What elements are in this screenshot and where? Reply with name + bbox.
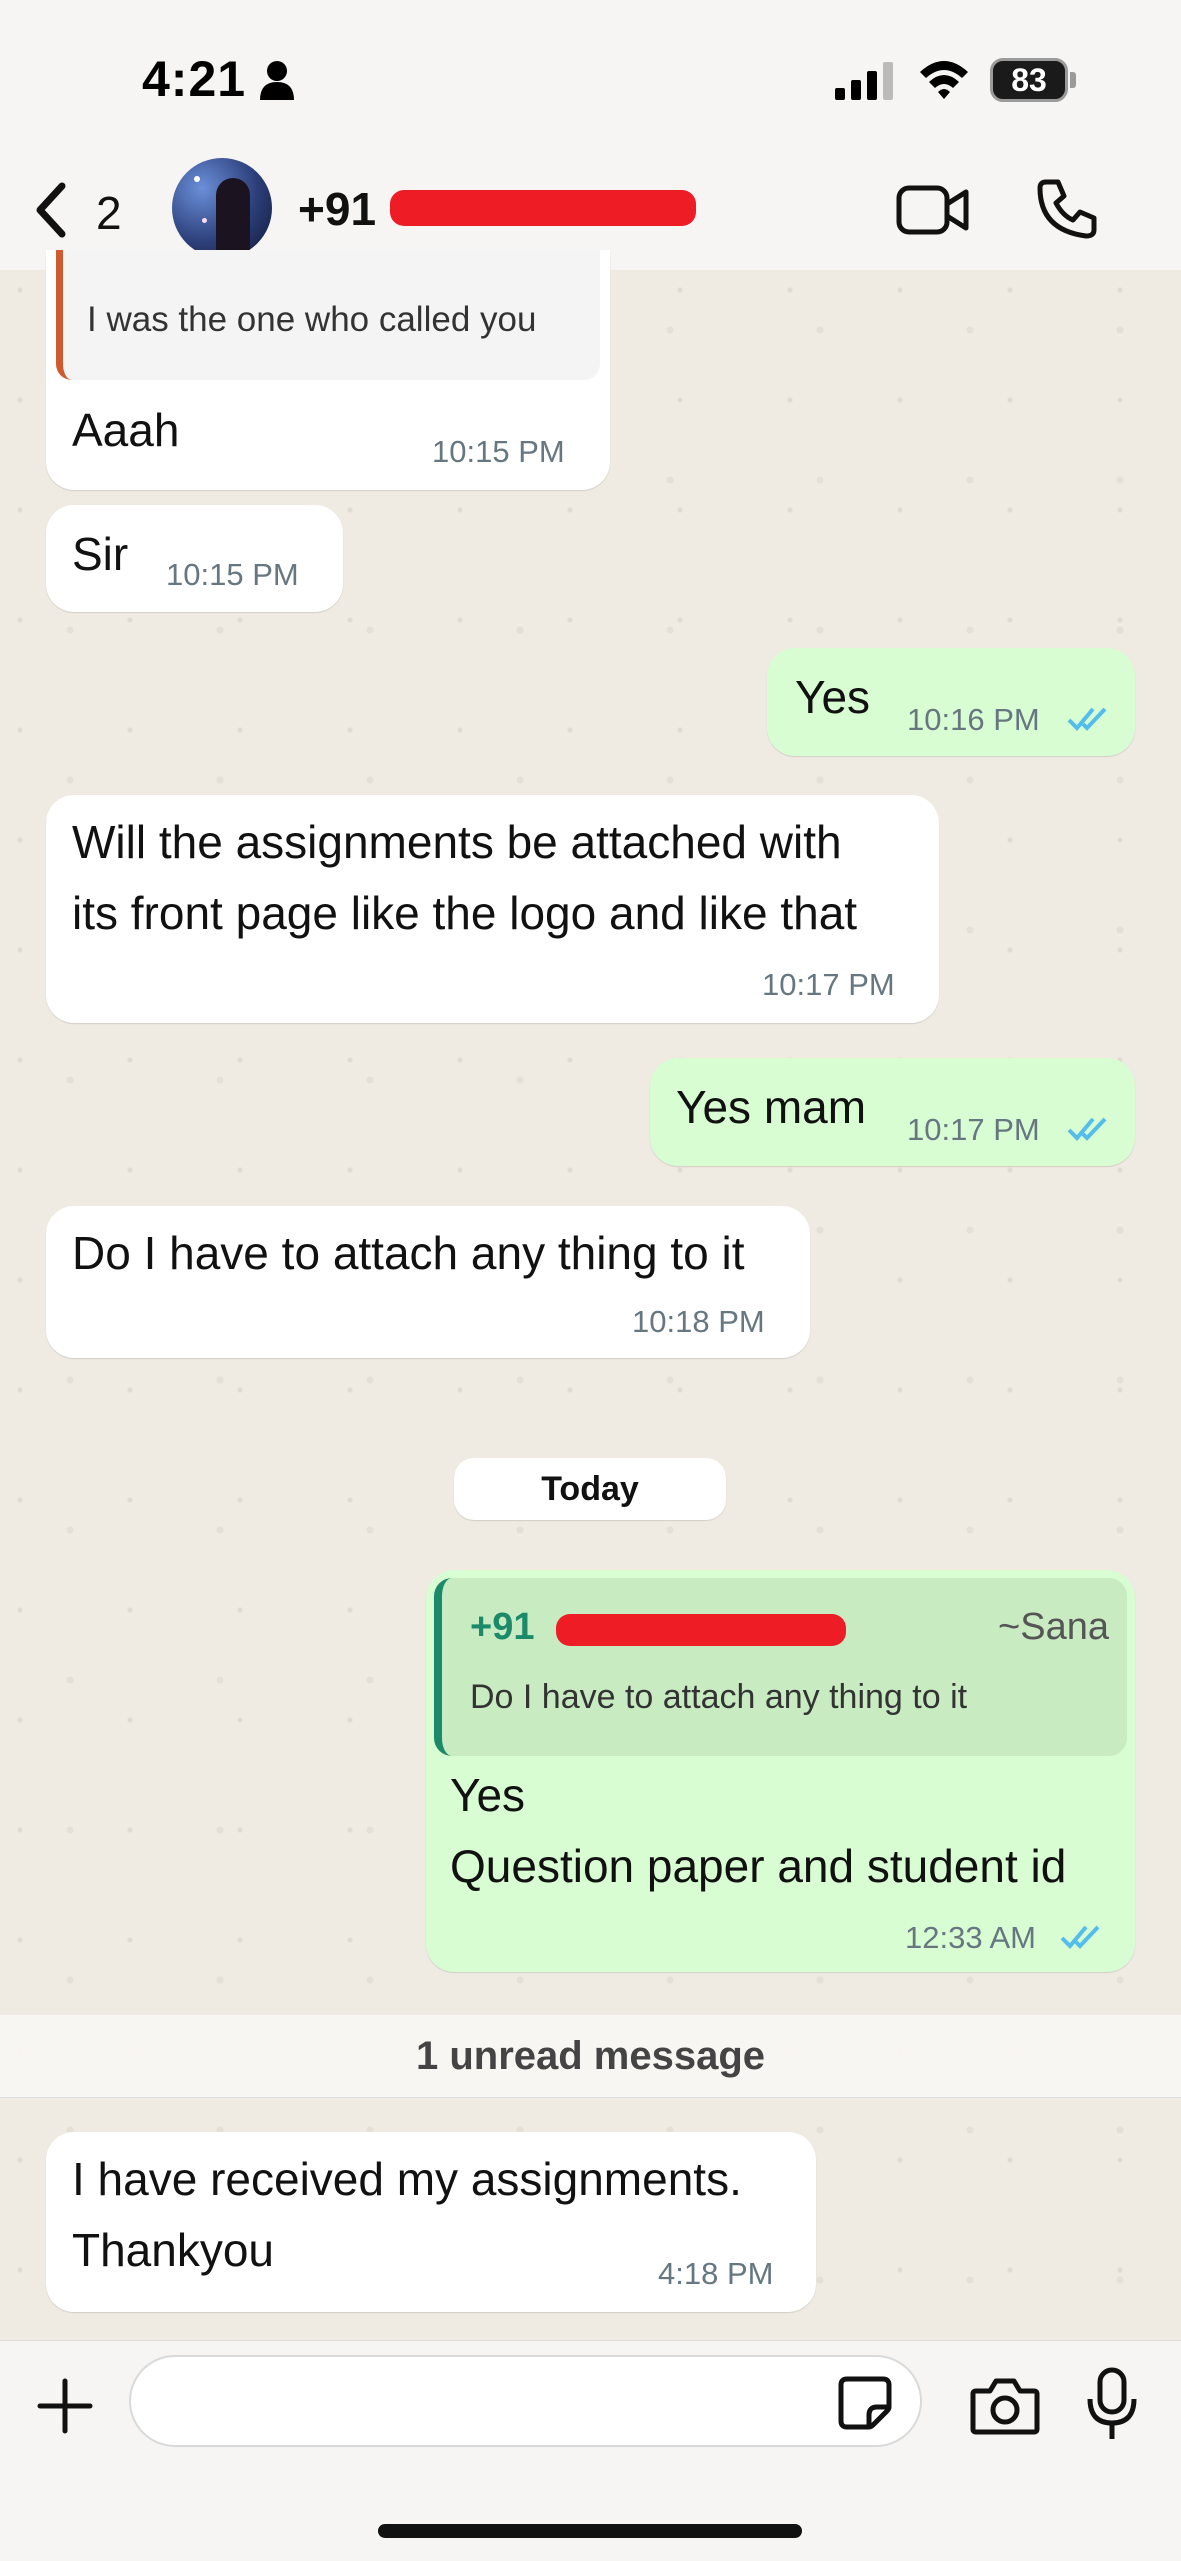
read-receipt-icon — [1067, 1117, 1107, 1141]
back-count: 2 — [96, 187, 122, 239]
message-time: 4:18 PM — [658, 2256, 774, 2291]
outgoing-message[interactable]: Yes 10:16 PM — [767, 648, 1135, 756]
quoted-text: I was the one who called you — [87, 300, 537, 339]
contact-name[interactable]: +91 — [298, 174, 718, 246]
back-button[interactable]: 2 — [30, 170, 140, 250]
unread-separator: 1 unread message — [0, 2015, 1181, 2098]
outgoing-message[interactable]: Yes mam 10:17 PM — [650, 1058, 1135, 1166]
date-separator: Today — [454, 1458, 726, 1520]
message-text: Sir — [72, 528, 129, 580]
message-text: Yes mam — [676, 1081, 867, 1133]
battery-level: 83 — [1011, 62, 1047, 98]
status-time: 4:21 — [142, 51, 247, 107]
wifi-icon — [920, 61, 968, 99]
quoted-message[interactable]: +91 ~Sana Do I have to attach any thing … — [434, 1578, 1127, 1756]
phone-call-icon[interactable] — [1036, 178, 1098, 240]
chevron-left-icon — [36, 182, 66, 238]
outgoing-message[interactable]: +91 ~Sana Do I have to attach any thing … — [426, 1570, 1135, 1972]
message-text: Aaah — [72, 404, 180, 456]
sticker-icon[interactable] — [837, 2375, 893, 2431]
message-time: 12:33 AM — [905, 1920, 1036, 1955]
incoming-message[interactable]: Will the assignments be attached with it… — [46, 795, 939, 1023]
read-receipt-icon — [1060, 1925, 1100, 1949]
redaction-bar — [390, 190, 696, 226]
message-time: 10:15 PM — [166, 557, 299, 592]
message-time: 10:17 PM — [762, 967, 895, 1002]
person-icon — [260, 61, 294, 100]
quoted-sender: +91 — [470, 1606, 535, 1648]
video-call-icon[interactable] — [896, 180, 970, 240]
cellular-signal-icon — [835, 62, 893, 100]
avatar[interactable] — [172, 158, 272, 258]
message-time: 10:16 PM — [907, 702, 1040, 737]
message-text: Do I have to attach any thing to it — [72, 1227, 745, 1279]
incoming-message[interactable]: I have received my assignments. Thankyou… — [46, 2132, 816, 2312]
microphone-icon[interactable] — [1085, 2367, 1139, 2443]
battery-indicator: 83 — [990, 58, 1076, 102]
message-text: Yes — [795, 671, 871, 723]
quoted-message[interactable]: I was the one who called you — [56, 250, 600, 380]
redaction-bar — [556, 1614, 846, 1646]
message-text: Yes Question paper and student id — [450, 1769, 1067, 1892]
contact-prefix: +91 — [298, 183, 377, 235]
quoted-text: Do I have to attach any thing to it — [470, 1678, 968, 1716]
camera-icon[interactable] — [970, 2375, 1040, 2435]
plus-icon[interactable] — [36, 2377, 94, 2435]
message-text: I have received my assignments. Thankyou — [72, 2153, 742, 2276]
message-time: 10:17 PM — [907, 1112, 1040, 1147]
message-input[interactable] — [129, 2355, 922, 2447]
read-receipt-icon — [1067, 707, 1107, 731]
incoming-message[interactable]: I was the one who called you Aaah 10:15 … — [46, 250, 610, 490]
incoming-message[interactable]: Sir 10:15 PM — [46, 505, 343, 612]
message-text: Will the assignments be attached with it… — [72, 816, 858, 939]
quoted-name: ~Sana — [998, 1606, 1109, 1648]
message-time: 10:15 PM — [432, 434, 565, 469]
incoming-message[interactable]: Do I have to attach any thing to it 10:1… — [46, 1206, 810, 1358]
status-bar: 4:21 83 — [0, 0, 1181, 150]
home-indicator[interactable] — [378, 2524, 802, 2538]
message-time: 10:18 PM — [632, 1304, 765, 1339]
